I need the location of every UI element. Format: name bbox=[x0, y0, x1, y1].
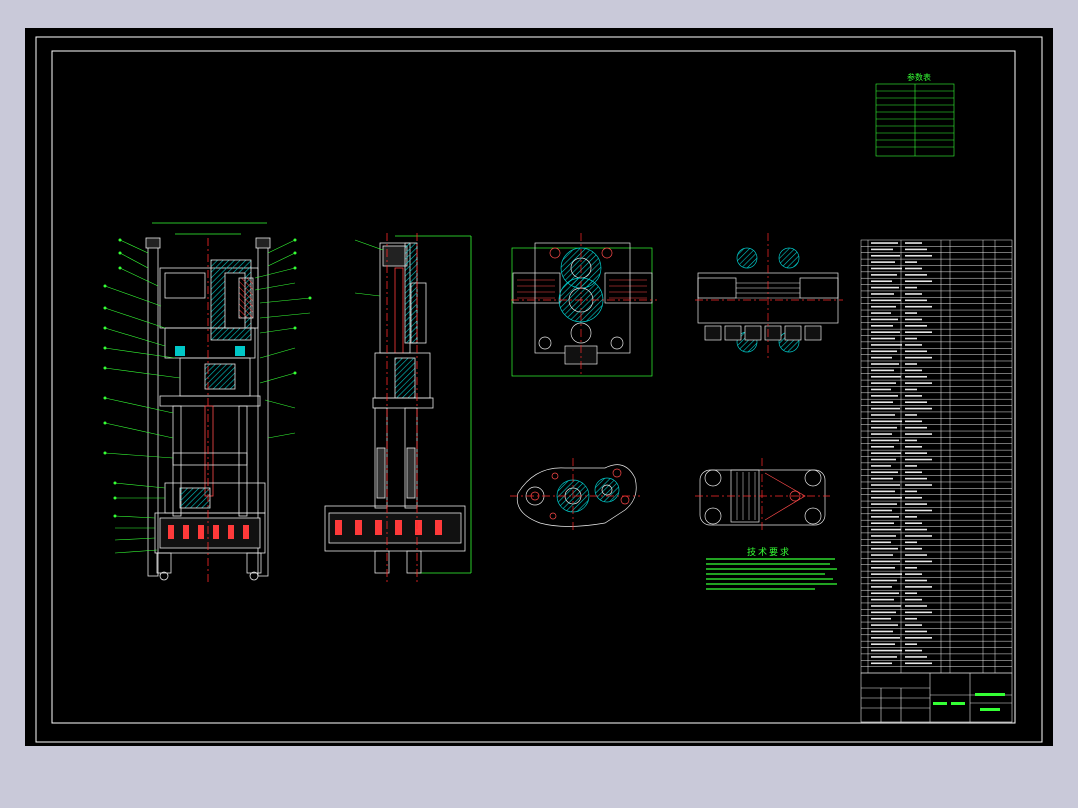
section-view-d bbox=[695, 458, 830, 533]
title-block bbox=[860, 672, 1013, 723]
tech-requirements-text bbox=[706, 558, 837, 590]
spec-table bbox=[875, 83, 955, 157]
top-view-assembly bbox=[511, 233, 657, 377]
front-view bbox=[145, 222, 271, 583]
side-view-leaders bbox=[354, 239, 384, 297]
spec-table-title: 参数表 bbox=[907, 73, 931, 82]
parts-list-table bbox=[860, 239, 1013, 674]
tech-requirements-title: 技术要求 bbox=[747, 548, 792, 558]
section-view-c bbox=[510, 458, 640, 533]
side-view bbox=[324, 233, 472, 583]
cad-drawing-sheet bbox=[35, 36, 1043, 743]
section-view-b bbox=[695, 233, 843, 358]
outer-frame bbox=[35, 36, 1043, 743]
cad-viewport[interactable]: 参数表 技术要求 bbox=[25, 28, 1053, 746]
